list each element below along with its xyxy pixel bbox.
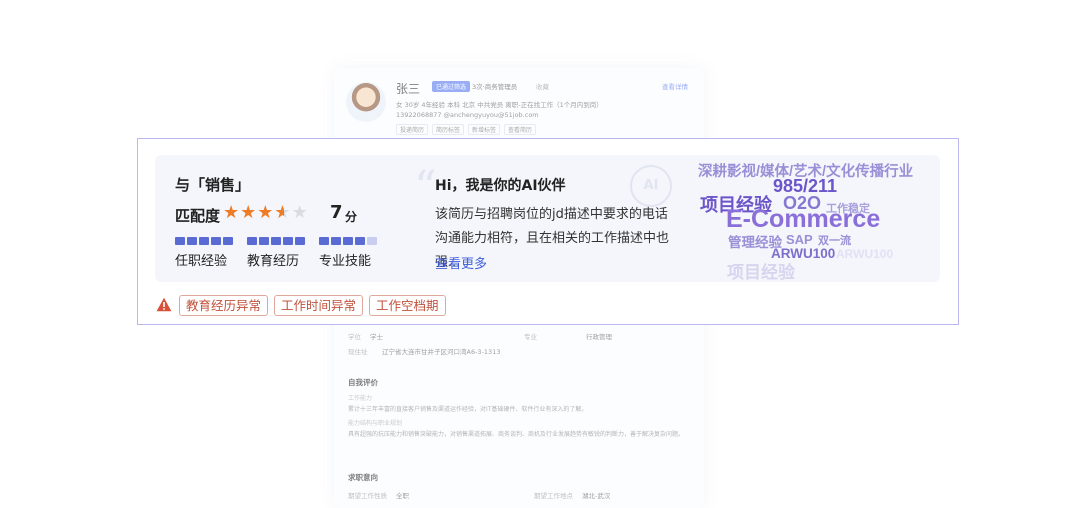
level-segment (175, 237, 185, 245)
candidate-name: 张三 (396, 82, 421, 96)
dimension-bar-experience (175, 237, 233, 245)
level-segment (187, 237, 197, 245)
alert-chip-work-time[interactable]: 工作时间异常 (274, 295, 364, 316)
resume-tag[interactable]: 投递简历 (396, 124, 429, 135)
view-more-link[interactable]: 查看更多 (435, 253, 487, 272)
major-value: 行政管理 (586, 333, 612, 341)
dimension-label-experience: 任职经验 (175, 254, 228, 269)
star-full-icon: ★ (240, 202, 258, 223)
candidate-info: 女 30岁 4年经验 本科 北京 中共党员 离职-正在找工作（1个月内到岗） (396, 101, 603, 109)
word-cloud-term: SAP (786, 232, 813, 247)
star-full-icon: ★ (257, 202, 275, 223)
level-segment (295, 237, 305, 245)
match-job-title: 与「销售」 (175, 176, 251, 194)
dimension-label-education: 教育经历 (247, 254, 300, 269)
alert-chip-work-gap[interactable]: 工作空档期 (369, 295, 446, 316)
intent-loc-label: 期望工作地点 (534, 492, 573, 500)
level-segment (355, 237, 365, 245)
self-eval-title: 自我评价 (348, 378, 378, 387)
star-empty-icon: ★ (291, 202, 309, 223)
status-badge: 已通过筛选 (432, 81, 471, 92)
dimension-bar-skills (319, 237, 377, 245)
match-score-unit: 分 (345, 210, 358, 224)
candidate-contact: 13922068877 @anchengyuyou@51job.com (396, 111, 539, 119)
alert-chip-education[interactable]: 教育经历异常 (179, 295, 269, 316)
level-segment (367, 237, 377, 245)
stage: 张三 已通过筛选 3次·商务管理员 收藏 查看详情 女 30岁 4年经验 本科 … (0, 0, 1080, 508)
word-cloud-term-faded: ARWU100 (836, 247, 894, 261)
ai-greeting-title: Hi，我是你的AI伙伴 (435, 178, 566, 194)
self-eval-text2: 具有超强的抗压能力和销售突破能力，对销售渠道拓展、商务谈判、商机及行业发展趋势有… (348, 431, 685, 438)
major-label: 专业 (524, 333, 537, 341)
view-detail-link[interactable]: 查看详情 (662, 81, 688, 91)
candidate-role: 3次·商务管理员 (472, 83, 518, 91)
star-rating: ★★★★★ (223, 202, 309, 223)
intent-loc: 湖北-武汉 (582, 492, 611, 500)
level-segment (331, 237, 341, 245)
star-half-icon: ★ (274, 202, 292, 223)
degree-value: 学士 (370, 333, 383, 341)
resume-tag[interactable]: 简历标签 (432, 124, 465, 135)
match-score-value: 7 (330, 202, 343, 223)
intent-type: 全职 (396, 492, 409, 500)
level-segment (271, 237, 281, 245)
address-value: 辽宁省大连市甘井子区河口湾A6-3-1313 (382, 348, 501, 356)
match-score-label: 匹配度 (175, 207, 221, 225)
self-eval-sub1: 工作能力 (348, 395, 373, 402)
word-cloud-term-faded: 项目经验 (727, 263, 795, 282)
word-cloud-term: E-Commerce (726, 205, 881, 233)
dimension-bar-education (247, 237, 305, 245)
level-segment (211, 237, 221, 245)
level-segment (343, 237, 353, 245)
collect-button[interactable]: 收藏 (536, 81, 549, 91)
level-segment (247, 237, 257, 245)
level-segment (223, 237, 233, 245)
avatar (346, 82, 386, 122)
ai-watermark-icon: AI (630, 165, 672, 207)
resume-tag[interactable]: 新增标签 (468, 124, 501, 135)
address-label: 现住址 (348, 348, 368, 356)
intent-type-label: 期望工作性质 (348, 492, 387, 500)
intent-title: 求职意向 (348, 473, 378, 482)
degree-label: 学位 (348, 333, 361, 341)
level-segment (259, 237, 269, 245)
level-segment (319, 237, 329, 245)
level-segment (199, 237, 209, 245)
self-eval-text1: 累计十三年丰富的直接客户销售及渠道运作经验，对IT基础硬件、软件行业有深入的了解… (348, 406, 588, 413)
self-eval-sub2: 能力结构与职业规划 (348, 420, 403, 427)
warning-icon (156, 297, 172, 312)
level-segment (283, 237, 293, 245)
resume-tag[interactable]: 查看简历 (504, 124, 537, 135)
quote-mark-icon: “ (414, 162, 437, 213)
dimension-label-skills: 专业技能 (319, 254, 372, 269)
resume-tag-row: 投递简历 简历标签 新增标签 查看简历 (396, 124, 537, 135)
star-full-icon: ★ (223, 202, 241, 223)
